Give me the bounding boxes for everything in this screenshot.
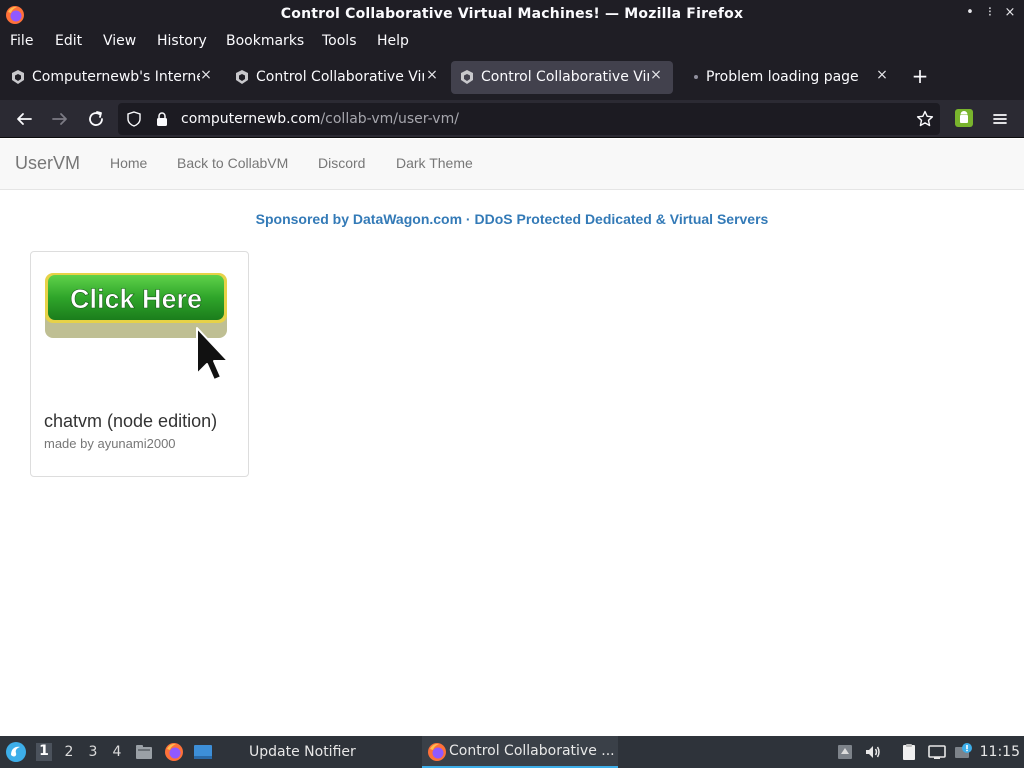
url-path: /collab-vm/user-vm/ — [320, 111, 459, 127]
clipboard-icon[interactable] — [899, 742, 919, 762]
vm-card[interactable]: Click Here chatvm (node edition) made by… — [30, 251, 249, 477]
vm-thumbnail[interactable]: Click Here — [41, 266, 241, 391]
network-icon[interactable] — [927, 742, 947, 762]
show-desktop-icon[interactable] — [193, 742, 213, 762]
firefox-task-icon — [428, 743, 446, 761]
menu-file[interactable]: File — [10, 33, 33, 49]
nav-link-discord[interactable]: Discord — [318, 155, 365, 171]
tab-title: Control Collaborative Virt — [481, 69, 649, 85]
task-firefox-active[interactable]: Control Collaborative ... — [422, 736, 618, 768]
tab-close-icon[interactable]: × — [424, 67, 440, 83]
taskbar: 1 2 3 4 Update Notifier Control Collabor… — [0, 736, 1024, 768]
sponsor-link[interactable]: Sponsored by DataWagon.com · DDoS Protec… — [0, 211, 1024, 227]
menu-tools[interactable]: Tools — [322, 33, 357, 49]
hamburger-menu-icon[interactable] — [990, 109, 1010, 129]
new-tab-button[interactable]: + — [908, 64, 932, 88]
vm-name[interactable]: chatvm (node edition) — [44, 411, 217, 432]
minimize-button[interactable]: • — [961, 5, 979, 20]
url-domain: computernewb.com — [181, 111, 321, 127]
window-title: Control Collaborative Virtual Machines! … — [280, 6, 744, 22]
navigation-toolbar: computernewb.com/collab-vm/user-vm/ — [0, 100, 1024, 138]
menu-edit[interactable]: Edit — [55, 33, 82, 49]
bookmark-star-icon[interactable] — [916, 110, 934, 128]
task-firefox-label: Control Collaborative ... — [449, 743, 615, 759]
android-extension-icon[interactable] — [955, 109, 973, 127]
menu-help[interactable]: Help — [377, 33, 409, 49]
window-titlebar: Control Collaborative Virtual Machines! … — [0, 0, 1024, 30]
menu-bookmarks[interactable]: Bookmarks — [226, 33, 304, 49]
loading-dot-icon — [694, 75, 698, 79]
tab-strip: Computernewb's Internet × Control Collab… — [0, 55, 1024, 100]
tab-title: Problem loading page — [706, 69, 859, 85]
close-window-button[interactable]: × — [1001, 5, 1019, 20]
site-brand[interactable]: UserVM — [15, 153, 80, 174]
nav-link-dark-theme[interactable]: Dark Theme — [396, 155, 473, 171]
menu-view[interactable]: View — [103, 33, 136, 49]
tab-title: Computernewb's Internet — [32, 69, 200, 85]
tab-close-icon[interactable]: × — [198, 67, 214, 83]
nav-link-home[interactable]: Home — [110, 155, 147, 171]
menu-history[interactable]: History — [157, 33, 207, 49]
workspace-3[interactable]: 3 — [85, 744, 101, 760]
collabvm-favicon-icon — [236, 70, 248, 84]
workspace-4[interactable]: 4 — [109, 744, 125, 760]
tracking-shield-icon[interactable] — [126, 111, 142, 127]
lock-icon[interactable] — [155, 111, 169, 127]
tab-close-icon[interactable]: × — [648, 67, 664, 83]
collabvm-favicon-icon — [12, 70, 24, 84]
tab-close-icon[interactable]: × — [874, 67, 890, 83]
page-content: UserVM Home Back to CollabVM Discord Dar… — [0, 139, 1024, 736]
task-update-notifier[interactable]: Update Notifier — [249, 744, 356, 760]
maximize-button[interactable]: ⁝ — [981, 5, 999, 20]
collabvm-favicon-icon — [461, 70, 473, 84]
nav-link-back-to-collabvm[interactable]: Back to CollabVM — [177, 155, 288, 171]
android-icon — [960, 111, 968, 123]
menubar: File Edit View History Bookmarks Tools H… — [0, 30, 1024, 55]
vm-author: made by ayunami2000 — [44, 436, 176, 451]
reload-icon[interactable] — [85, 108, 107, 130]
workspace-1[interactable]: 1 — [36, 743, 52, 761]
url-bar[interactable]: computernewb.com/collab-vm/user-vm/ — [118, 103, 940, 135]
tab-computernewb[interactable]: Computernewb's Internet × — [2, 61, 220, 94]
tab-problem-loading[interactable]: Problem loading page × — [678, 61, 898, 94]
tab-control-collaborative-active[interactable]: Control Collaborative Virt × — [451, 61, 673, 94]
forward-arrow-icon[interactable] — [49, 108, 71, 130]
file-manager-icon[interactable] — [134, 742, 154, 762]
tab-title: Control Collaborative Virt — [256, 69, 424, 85]
firefox-launcher-icon[interactable] — [164, 742, 184, 762]
update-notification-icon[interactable] — [953, 742, 973, 762]
tab-control-collaborative-1[interactable]: Control Collaborative Virt × — [226, 61, 444, 94]
site-navbar: UserVM Home Back to CollabVM Discord Dar… — [0, 139, 1024, 190]
url-text[interactable]: computernewb.com/collab-vm/user-vm/ — [181, 111, 459, 127]
workspace-2[interactable]: 2 — [61, 744, 77, 760]
thumbnail-text: Click Here — [70, 284, 202, 314]
tray-arrow-icon[interactable] — [835, 742, 855, 762]
clock[interactable]: 11:15 — [980, 744, 1020, 760]
back-arrow-icon[interactable] — [13, 108, 35, 130]
start-menu-icon[interactable] — [5, 741, 27, 763]
volume-icon[interactable] — [863, 742, 883, 762]
